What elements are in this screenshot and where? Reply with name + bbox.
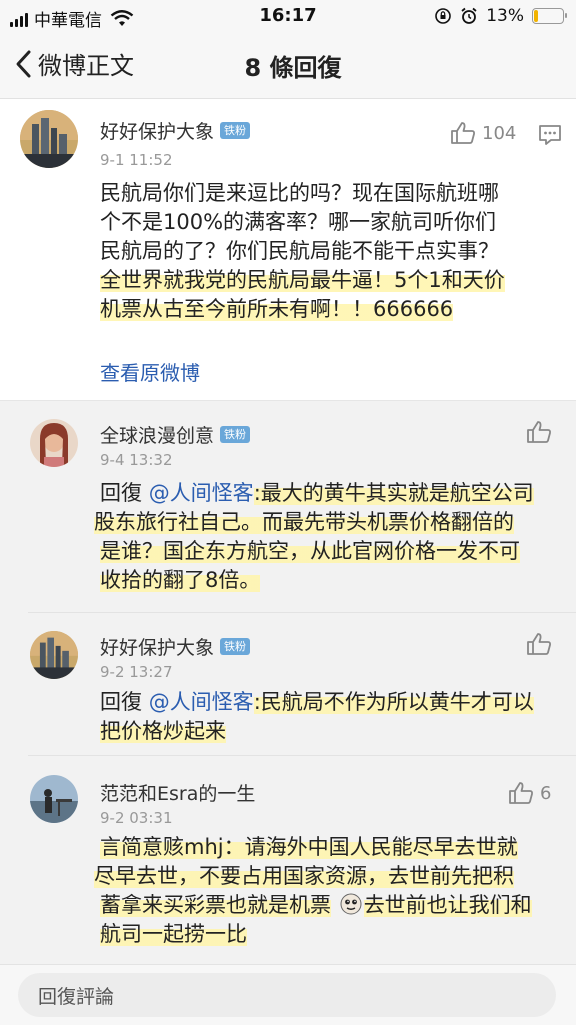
highlighted-text: 股东旅行社自己。而最先带头机票价格翻倍的 — [94, 510, 514, 534]
like-count: 6 — [540, 782, 552, 804]
author-label: 好好保护大象 — [100, 637, 215, 659]
rotation-lock-icon — [435, 8, 452, 24]
highlighted-text: 言简意赅mhj：请海外中国人民能尽早去世就 — [100, 835, 518, 859]
divider — [28, 612, 576, 613]
battery-icon — [532, 8, 567, 24]
avatar[interactable] — [30, 775, 78, 823]
highlighted-text: 蓄拿来买彩票也就是机票 — [100, 893, 331, 917]
highlighted-text: 去世前也让我们和 — [363, 893, 532, 917]
author-label: 好好保护大象 — [100, 121, 215, 143]
thumbs-up-icon — [527, 421, 551, 443]
avatar[interactable] — [30, 419, 78, 467]
text-line: 航司一起捞一比 — [100, 920, 570, 949]
text-line: 是谁？国企东方航空，从此官网价格一发不可 — [100, 537, 570, 566]
alarm-icon — [461, 7, 477, 24]
reply-prefix: 回復 — [100, 690, 142, 714]
main-comment: 好好保护大象 铁粉 9-1 11:52 104 民航局你们是来逗比的吗？现在国际… — [0, 99, 576, 399]
reply-text: 回復 @人间怪客:最大的黄牛其实就是航空公司 股东旅行社自己。而最先带头机票价格… — [94, 479, 570, 595]
fan-badge: 铁粉 — [220, 426, 251, 443]
timestamp: 9-4 13:32 — [100, 451, 173, 469]
text-line: 机票从古至今前所未有啊！！666666 — [100, 295, 570, 324]
text-line: 全世界就我党的民航局最牛逼！5个1和天价 — [100, 266, 570, 295]
reply-list: 全球浪漫创意 铁粉 9-4 13:32 回復 @人间怪客:最大的黄牛其实就是航空… — [0, 400, 576, 965]
reply-comment-input[interactable]: 回復評論 — [18, 973, 556, 1017]
like-button[interactable] — [526, 420, 552, 444]
text-line: 个不是100%的满客率？哪一家航司听你们 — [100, 210, 497, 234]
emoji-icon — [340, 893, 362, 915]
author-name[interactable]: 好好保护大象 铁粉 — [100, 633, 251, 660]
highlighted-text: :民航局不作为所以黄牛才可以 — [253, 690, 534, 714]
status-right: 13% — [434, 6, 567, 26]
timestamp: 9-1 11:52 — [100, 151, 173, 169]
author-name[interactable]: 全球浪漫创意 铁粉 — [100, 421, 251, 448]
highlighted-text: :最大的黄牛其实就是航空公司 — [253, 481, 534, 505]
text-line: 回復 @人间怪客:最大的黄牛其实就是航空公司 — [100, 479, 570, 508]
like-button[interactable]: 6 — [508, 781, 551, 805]
reply-text: 回復 @人间怪客:民航局不作为所以黄牛才可以 把价格炒起来 — [100, 688, 570, 746]
reply-item: 全球浪漫创意 铁粉 9-4 13:32 回復 @人间怪客:最大的黄牛其实就是航空… — [0, 401, 576, 613]
reply-icon[interactable] — [538, 124, 562, 146]
battery-percent: 13% — [486, 6, 524, 26]
text-line: 把价格炒起来 — [100, 717, 570, 746]
author-name[interactable]: 好好保护大象 铁粉 — [100, 117, 251, 144]
fan-badge: 铁粉 — [220, 638, 251, 655]
highlighted-text: 机票从古至今前所未有啊！！666666 — [100, 297, 454, 321]
timestamp: 9-2 13:27 — [100, 663, 173, 681]
highlighted-text: 航司一起捞一比 — [100, 922, 247, 946]
reply-item: 好好保护大象 铁粉 9-2 13:27 回復 @人间怪客:民航局不作为所以黄牛才… — [0, 614, 576, 756]
text-line: 民航局的了？你们民航局能不能干点实事？ — [100, 239, 499, 263]
like-button[interactable]: 104 — [450, 121, 516, 145]
reply-item: 范范和Esra的一生 9-2 03:31 6 言简意赅mhj：请海外中国人民能尽… — [0, 757, 576, 965]
divider — [28, 755, 576, 756]
mention-link[interactable]: @人间怪客 — [149, 690, 254, 714]
text-line: 民航局你们是来逗比的吗？现在国际航班哪 — [100, 181, 499, 205]
highlighted-text: 把价格炒起来 — [100, 719, 226, 743]
mention-link[interactable]: @人间怪客 — [149, 481, 254, 505]
text-line: 言简意赅mhj：请海外中国人民能尽早去世就 — [100, 833, 570, 862]
view-original-link[interactable]: 查看原微博 — [100, 357, 200, 386]
comment-text: 民航局你们是来逗比的吗？现在国际航班哪 个不是100%的满客率？哪一家航司听你们… — [100, 179, 570, 324]
avatar[interactable] — [30, 631, 78, 679]
reply-input-placeholder: 回復評論 — [38, 985, 115, 1008]
reply-prefix: 回復 — [100, 481, 142, 505]
nav-bar: 微博正文 8 條回復 — [0, 32, 576, 99]
author-label: 范范和Esra的一生 — [100, 783, 256, 805]
bottom-bar: 回復評論 — [0, 964, 576, 1025]
author-label: 全球浪漫创意 — [100, 425, 215, 447]
thumbs-up-icon — [451, 122, 475, 144]
thumbs-up-icon — [509, 782, 533, 804]
highlighted-text: 收拾的翻了8倍。 — [100, 568, 261, 592]
highlighted-text: 是谁？国企东方航空，从此官网价格一发不可 — [100, 539, 520, 563]
like-count: 104 — [482, 122, 517, 144]
thumbs-up-icon — [527, 633, 551, 655]
text-line: 蓄拿来买彩票也就是机票 去世前也让我们和 — [100, 891, 570, 920]
avatar[interactable] — [20, 110, 78, 168]
fan-badge: 铁粉 — [220, 122, 251, 139]
text-line: 尽早去世，不要占用国家资源，去世前先把积 — [94, 862, 570, 891]
timestamp: 9-2 03:31 — [100, 809, 173, 827]
text-line: 回復 @人间怪客:民航局不作为所以黄牛才可以 — [100, 688, 570, 717]
page-title: 8 條回復 — [244, 54, 342, 82]
text-line: 股东旅行社自己。而最先带头机票价格翻倍的 — [94, 508, 570, 537]
status-bar: 中華電信 16:17 13% — [0, 0, 576, 32]
like-button[interactable] — [526, 632, 552, 656]
reply-text: 言简意赅mhj：请海外中国人民能尽早去世就 尽早去世，不要占用国家资源，去世前先… — [94, 833, 570, 949]
text-line: 收拾的翻了8倍。 — [100, 566, 570, 595]
highlighted-text: 全世界就我党的民航局最牛逼！5个1和天价 — [100, 268, 505, 292]
highlighted-text: 尽早去世，不要占用国家资源，去世前先把积 — [94, 864, 514, 888]
author-name[interactable]: 范范和Esra的一生 — [100, 779, 255, 806]
